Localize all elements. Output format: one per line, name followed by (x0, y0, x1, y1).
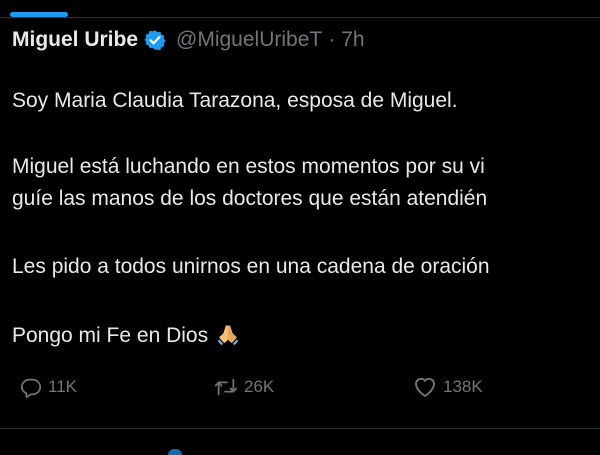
like-count: 138K (443, 377, 483, 396)
author-name[interactable]: Miguel Uribe (12, 28, 138, 52)
folded-hands-icon (217, 325, 239, 346)
reply-button[interactable]: 11K (20, 376, 77, 398)
repost-icon (214, 378, 238, 396)
tweet-card[interactable] (0, 18, 600, 428)
header-separator: · (328, 28, 336, 51)
like-button[interactable]: 138K (413, 376, 483, 398)
tweet-timestamp[interactable]: 7h (341, 28, 364, 52)
repost-button[interactable]: 26K (214, 376, 274, 398)
tweet-header: Miguel Uribe @MiguelUribeT · 7h (12, 28, 365, 52)
next-tweet-partial[interactable] (0, 429, 600, 455)
tweet-text-line-2: Miguel está luchando en estos momentos p… (12, 155, 485, 178)
author-handle[interactable]: @MiguelUribeT (176, 28, 322, 52)
tweet-text-line-5-label: Pongo mi Fe en Dios (12, 324, 209, 347)
reply-icon (20, 378, 42, 398)
heart-icon (415, 377, 435, 397)
tweet-text-line-3: guíe las manos de los doctores que están… (12, 187, 488, 210)
tweet-text-line-5: Pongo mi Fe en Dios (12, 322, 240, 349)
tweet-text-line-4: Les pido a todos unirnos en una cadena d… (12, 255, 490, 278)
repost-count: 26K (244, 377, 275, 396)
verified-badge-icon (144, 30, 166, 51)
next-tweet-avatar-edge (168, 449, 182, 455)
reply-count: 11K (48, 377, 77, 396)
tweet-text-line-1: Soy Maria Claudia Tarazona, esposa de Mi… (12, 89, 458, 112)
